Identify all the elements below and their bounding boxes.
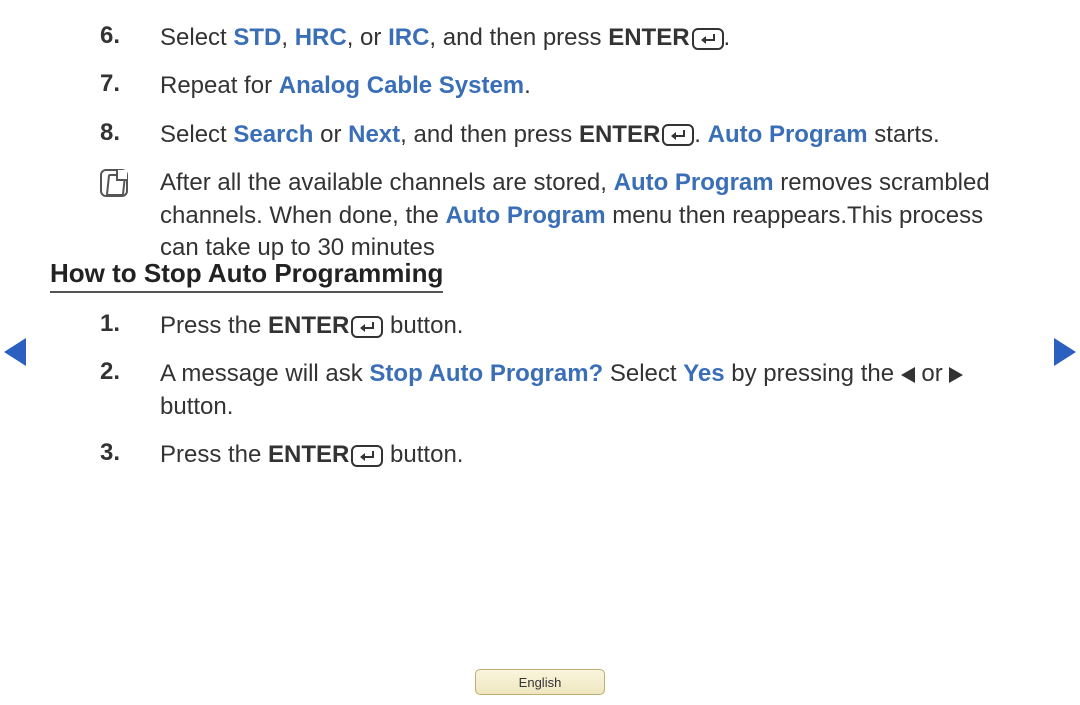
list-item: 6.Select STD, HRC, or IRC, and then pres… [100,22,1000,54]
text-run: , and then press [400,121,579,148]
text-run: , [281,24,294,51]
enter-icon [692,28,724,50]
chevron-left-icon [4,338,26,366]
list-number: 8. [100,119,160,151]
list-number: 6. [100,22,160,54]
text-run: STD [233,24,281,51]
list-item: 8.Select Search or Next, and then press … [100,119,1000,151]
text-run: Auto Program [446,202,606,229]
list-body: Select Search or Next, and then press EN… [160,119,1000,151]
nav-next-button[interactable] [1054,338,1076,366]
steps-section-a: 6.Select STD, HRC, or IRC, and then pres… [100,22,1000,282]
text-run: ENTER [608,24,689,51]
enter-icon [662,124,694,146]
note-icon [100,169,128,197]
list-number: 1. [100,310,160,342]
text-run: HRC [295,24,347,51]
list-body: Select STD, HRC, or IRC, and then press … [160,22,1000,54]
text-run: A message will ask [160,360,369,387]
text-run: or [915,360,950,387]
enter-icon [351,445,383,467]
list-body: A message will ask Stop Auto Program? Se… [160,358,1000,423]
text-run: Press the [160,441,268,468]
text-run: ENTER [268,441,349,468]
list-number: 2. [100,358,160,423]
enter-icon [351,316,383,338]
chevron-right-icon [1054,338,1076,366]
list-body: Press the ENTER button. [160,439,1000,471]
text-run: , and then press [429,24,608,51]
note-icon-cell [100,167,160,264]
text-run: Select [160,24,233,51]
text-run: Yes [683,360,724,387]
language-button[interactable]: English [475,669,605,695]
nav-prev-button[interactable] [4,338,26,366]
list-item: 2.A message will ask Stop Auto Program? … [100,358,1000,423]
text-run: starts. [868,121,940,148]
text-run: IRC [388,24,429,51]
text-run: Stop Auto Program? [369,360,603,387]
note-body: After all the available channels are sto… [160,167,1000,264]
text-run: Select [603,360,683,387]
text-run: Analog Cable System [279,72,524,99]
text-run: button. [383,441,463,468]
text-run: Repeat for [160,72,279,99]
list-body: Repeat for Analog Cable System. [160,70,1000,102]
right-arrow-icon [949,367,963,383]
text-run: or [313,121,348,148]
text-run: After all the available channels are sto… [160,169,614,196]
note-row: After all the available channels are sto… [100,167,1000,264]
list-number: 3. [100,439,160,471]
list-item: 3.Press the ENTER button. [100,439,1000,471]
text-run: by pressing the [725,360,901,387]
text-run: Select [160,121,233,148]
list-item: 7.Repeat for Analog Cable System. [100,70,1000,102]
heading-stop-auto-programming: How to Stop Auto Programming [50,258,443,293]
text-run: Auto Program [614,169,774,196]
text-run: button. [160,393,233,420]
text-run: ENTER [579,121,660,148]
text-run: , or [347,24,388,51]
left-arrow-icon [901,367,915,383]
text-run: Auto Program [708,121,868,148]
text-run: Search [233,121,313,148]
text-run: Press the [160,312,268,339]
list-number: 7. [100,70,160,102]
list-body: Press the ENTER button. [160,310,1000,342]
text-run: ENTER [268,312,349,339]
list-item: 1.Press the ENTER button. [100,310,1000,342]
text-run: . [524,72,531,99]
text-run: button. [383,312,463,339]
steps-section-b: 1.Press the ENTER button.2.A message wil… [100,310,1000,488]
text-run: . [724,24,731,51]
text-run: Next [348,121,400,148]
text-run: . [694,121,707,148]
